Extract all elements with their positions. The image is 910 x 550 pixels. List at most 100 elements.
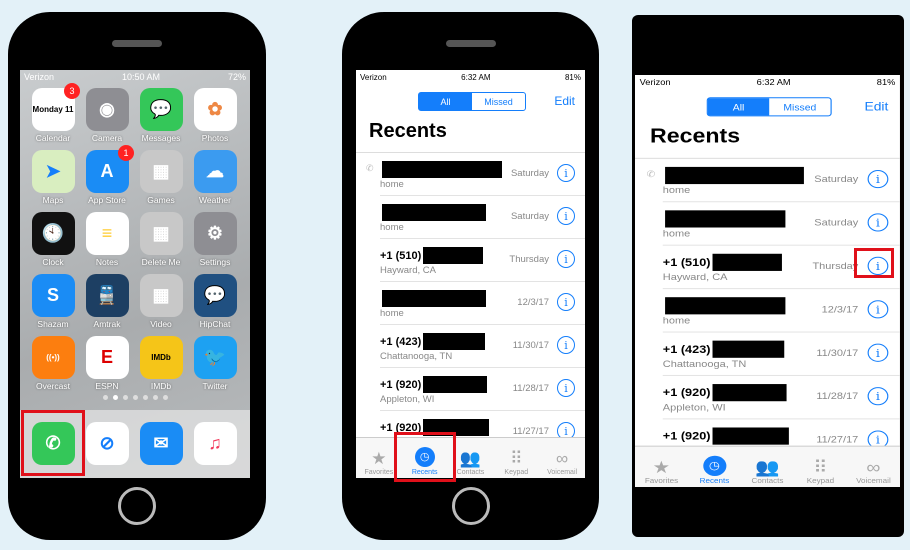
app-label: Weather: [199, 195, 231, 205]
list-item[interactable]: +1 (423) Chattanooga, TN 11/30/17 i: [662, 333, 900, 376]
tab-voicemail[interactable]: ∞ Voicemail: [847, 447, 900, 487]
recents-list: ✆ home Saturday i home Saturday i +1 (510) Haywa…: [635, 157, 900, 463]
music-icon: ♫: [193, 422, 237, 465]
mail-icon: ✉: [139, 422, 183, 465]
segment-missed[interactable]: Missed: [472, 93, 525, 110]
app-espn[interactable]: E ESPN: [80, 336, 134, 391]
status-bar: Verizon 6:32 AM 81%: [635, 75, 900, 89]
list-item[interactable]: home 12/3/17 i: [662, 289, 900, 333]
clock-icon: 🕙: [31, 212, 75, 255]
info-button[interactable]: i: [557, 250, 575, 268]
app-label: App Store: [88, 195, 126, 205]
redaction-box: [712, 427, 790, 445]
app-messages[interactable]: 💬 Messages: [134, 88, 188, 143]
voicemail-icon: ∞: [866, 457, 881, 477]
battery: 72%: [227, 72, 246, 82]
list-item[interactable]: ✆ home Saturday i: [647, 159, 900, 203]
list-item[interactable]: home Saturday i: [380, 196, 585, 239]
info-button[interactable]: i: [867, 300, 889, 319]
segment-all[interactable]: All: [419, 93, 472, 110]
info-button[interactable]: i: [557, 336, 575, 354]
highlight-info-button: [854, 248, 894, 278]
info-button[interactable]: i: [557, 293, 575, 311]
app-weather[interactable]: ☁ Weather: [188, 150, 242, 205]
page-title: Recents: [650, 125, 741, 148]
info-button[interactable]: i: [557, 207, 575, 225]
favorites-label: Favorites: [644, 477, 679, 486]
list-item[interactable]: home Saturday i: [662, 202, 900, 246]
info-button[interactable]: i: [867, 343, 889, 362]
app-app-store[interactable]: A 1 App Store: [80, 145, 134, 205]
app-clock[interactable]: 🕙 Clock: [26, 212, 80, 267]
list-item[interactable]: +1 (423) Chattanooga, TN 11/30/17 i: [380, 325, 585, 368]
list-item[interactable]: +1 (920) Appleton, WI 11/28/17 i: [662, 376, 900, 420]
list-item[interactable]: +1 (920) Appleton, WI 11/28/17 i: [380, 368, 585, 411]
battery: 81%: [876, 77, 896, 87]
call-date: Saturday: [814, 217, 859, 229]
app-imdb[interactable]: IMDb IMDb: [134, 336, 188, 391]
list-item[interactable]: home 12/3/17 i: [380, 282, 585, 325]
home-button[interactable]: [118, 487, 156, 525]
tab-recents[interactable]: ◷ Recents: [688, 447, 741, 487]
list-item[interactable]: ✆ home Saturday i: [366, 153, 585, 196]
caller-number: +1 (510): [662, 256, 711, 269]
tab-keypad[interactable]: ⠿ Keypad: [794, 447, 847, 487]
contact-name: +1 (920): [663, 427, 790, 445]
espn-icon: E: [85, 336, 129, 379]
info-button[interactable]: i: [867, 213, 889, 232]
weather-icon: ☁: [193, 150, 237, 193]
app-notes[interactable]: ≡ Notes: [80, 212, 134, 267]
app-photos[interactable]: ✿ Photos: [188, 88, 242, 143]
app-settings[interactable]: ⚙ Settings: [188, 212, 242, 267]
info-button[interactable]: i: [557, 164, 575, 182]
recents-screen-zoomed: Verizon 6:32 AM 81% All Missed Edit Recents ✆ ho…: [635, 75, 900, 487]
info-button[interactable]: i: [867, 387, 889, 406]
app-label: Settings: [199, 257, 231, 267]
caller-location: home: [662, 228, 691, 240]
contacts-label: Contacts: [456, 469, 485, 476]
maps-icon: ➤: [31, 150, 75, 193]
redaction-box: [382, 290, 486, 307]
recents-label: Recents: [699, 477, 730, 486]
recents-list: ✆ home Saturday i home Saturday i +1 (510) Haywa…: [356, 152, 585, 454]
app-safari[interactable]: ⊘: [80, 422, 134, 478]
app-mail[interactable]: ✉: [134, 422, 188, 478]
info-button[interactable]: i: [867, 169, 889, 189]
time: 6:32 AM: [461, 72, 491, 82]
call-date: 12/3/17: [517, 297, 549, 308]
app-amtrak[interactable]: 🚆 Amtrak: [80, 274, 134, 329]
redaction-box: [665, 297, 786, 315]
app-music[interactable]: ♫: [188, 422, 242, 478]
voicemail-label: Voicemail: [856, 477, 891, 486]
info-button[interactable]: i: [557, 379, 575, 397]
app-delete-me[interactable]: ▦ Delete Me: [134, 212, 188, 267]
app-hipchat[interactable]: 💬 HipChat: [188, 274, 242, 329]
app-games[interactable]: ▦ Games: [134, 150, 188, 205]
app-video[interactable]: ▦ Video: [134, 274, 188, 329]
tab-favorites[interactable]: ★ Favorites: [635, 447, 688, 487]
phone-recents: Verizon 6:32 AM 81% All Missed Edit Recents ✆ ho…: [342, 12, 599, 540]
redaction-box: [712, 384, 787, 402]
call-date: 11/30/17: [512, 340, 549, 351]
app-twitter[interactable]: 🐦 Twitter: [188, 336, 242, 391]
contact-name: [380, 161, 502, 178]
edit-button[interactable]: Edit: [864, 99, 888, 113]
tab-contacts[interactable]: 👥 Contacts: [741, 447, 794, 487]
list-item[interactable]: +1 (510) Hayward, CA Thursday i: [380, 239, 585, 282]
app-calendar[interactable]: Monday 11 3 Calendar: [26, 83, 80, 143]
keypad-icon: ⠿: [510, 449, 523, 468]
home-button[interactable]: [451, 487, 490, 525]
app-shazam[interactable]: S Shazam: [26, 274, 80, 329]
edit-button[interactable]: Edit: [554, 94, 575, 108]
tab-voicemail[interactable]: ∞ Voicemail: [539, 438, 585, 478]
keypad-label: Keypad: [504, 469, 529, 476]
redaction-box: [423, 376, 488, 393]
app-camera[interactable]: ◉ Camera: [80, 88, 134, 143]
segment-missed[interactable]: Missed: [769, 98, 830, 115]
app-overcast[interactable]: ((•)) Overcast: [26, 336, 80, 391]
tab-keypad[interactable]: ⠿ Keypad: [493, 438, 539, 478]
segment-all[interactable]: All: [707, 98, 770, 116]
app-maps[interactable]: ➤ Maps: [26, 150, 80, 205]
caller-location: home: [380, 222, 404, 233]
highlight-recents-tab: [394, 432, 456, 482]
